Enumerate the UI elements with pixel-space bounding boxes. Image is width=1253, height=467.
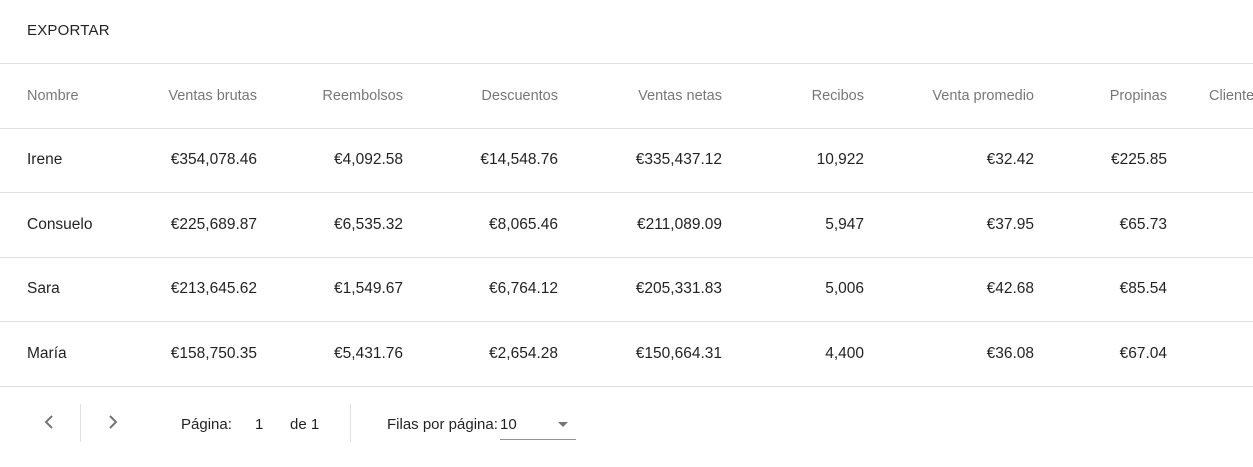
chevron-left-icon — [43, 414, 55, 430]
previous-page-button[interactable] — [35, 408, 63, 436]
table-header-row: Nombre Ventas brutas Reembolsos Descuent… — [0, 64, 1253, 129]
column-header-ventas-brutas[interactable]: Ventas brutas — [130, 64, 257, 129]
cell-ventas-netas: €205,331.83 — [635, 280, 722, 298]
cell-nombre: Sara — [27, 280, 60, 298]
cell-descuentos: €14,548.76 — [480, 151, 558, 169]
table-row[interactable]: Consuelo €225,689.87 €6,535.32 €8,065.46… — [0, 193, 1253, 258]
divider — [80, 404, 81, 442]
table-row[interactable]: Irene €354,078.46 €4,092.58 €14,548.76 €… — [0, 128, 1253, 193]
cell-recibos: 5,947 — [825, 215, 864, 233]
cell-reembolsos: €4,092.58 — [334, 151, 403, 169]
cell-reembolsos: €1,549.67 — [334, 280, 403, 298]
column-header-nombre[interactable]: Nombre — [0, 64, 130, 129]
cell-descuentos: €8,065.46 — [489, 215, 558, 233]
column-header-recibos[interactable]: Recibos — [722, 64, 864, 129]
pagination-bar: Página: 1 de 1 Filas por página: 10 — [0, 386, 1253, 467]
column-header-propinas[interactable]: Propinas — [1034, 64, 1167, 129]
cell-ventas-brutas: €225,689.87 — [170, 215, 257, 233]
page-label: Página: — [181, 416, 232, 433]
cell-propinas: €67.04 — [1119, 344, 1167, 362]
rows-per-page-select[interactable]: 10 — [500, 410, 576, 440]
cell-propinas: €85.54 — [1119, 280, 1167, 298]
cell-ventas-brutas: €354,078.46 — [170, 151, 257, 169]
cell-recibos: 4,400 — [825, 344, 864, 362]
column-header-reembolsos[interactable]: Reembolsos — [257, 64, 403, 129]
dropdown-arrow-icon — [558, 422, 568, 427]
cell-nombre: María — [27, 344, 67, 362]
column-header-venta-promedio[interactable]: Venta promedio — [864, 64, 1034, 129]
column-header-ventas-netas[interactable]: Ventas netas — [558, 64, 722, 129]
rows-per-page-value: 10 — [500, 416, 517, 433]
cell-propinas: €225.85 — [1110, 151, 1167, 169]
cell-reembolsos: €5,431.76 — [334, 344, 403, 362]
cell-ventas-netas: €335,437.12 — [635, 151, 722, 169]
cell-venta-promedio: €37.95 — [986, 215, 1034, 233]
cell-recibos: 10,922 — [816, 151, 864, 169]
page-total-label: de 1 — [290, 416, 320, 433]
sales-by-employee-table: Nombre Ventas brutas Reembolsos Descuent… — [0, 64, 1253, 387]
cell-nombre: Irene — [27, 151, 63, 169]
chevron-right-icon — [107, 414, 119, 430]
table-row[interactable]: Sara €213,645.62 €1,549.67 €6,764.12 €20… — [0, 257, 1253, 322]
cell-clientes — [1167, 193, 1253, 258]
current-page-input[interactable]: 1 — [255, 416, 263, 433]
toolbar: EXPORTAR — [0, 0, 1253, 64]
report-page: EXPORTAR Nombre Ventas brutas Reembolsos… — [0, 0, 1253, 467]
cell-ventas-brutas: €213,645.62 — [170, 280, 257, 298]
cell-clientes — [1167, 257, 1253, 322]
cell-recibos: 5,006 — [825, 280, 864, 298]
rows-per-page-label: Filas por página: — [387, 416, 498, 433]
column-header-descuentos[interactable]: Descuentos — [403, 64, 558, 129]
cell-venta-promedio: €32.42 — [986, 151, 1034, 169]
cell-clientes — [1167, 322, 1253, 387]
next-page-button[interactable] — [99, 408, 127, 436]
cell-descuentos: €6,764.12 — [489, 280, 558, 298]
cell-venta-promedio: €42.68 — [986, 280, 1034, 298]
cell-ventas-brutas: €158,750.35 — [170, 344, 257, 362]
cell-descuentos: €2,654.28 — [489, 344, 558, 362]
export-button[interactable]: EXPORTAR — [27, 22, 110, 39]
column-header-clientes[interactable]: Clientes — [1167, 64, 1253, 129]
divider — [350, 404, 351, 442]
cell-propinas: €65.73 — [1119, 215, 1167, 233]
cell-nombre: Consuelo — [27, 215, 93, 233]
cell-ventas-netas: €211,089.09 — [636, 215, 722, 233]
cell-clientes — [1167, 128, 1253, 193]
cell-venta-promedio: €36.08 — [986, 344, 1034, 362]
cell-reembolsos: €6,535.32 — [334, 215, 403, 233]
table-row[interactable]: María €158,750.35 €5,431.76 €2,654.28 €1… — [0, 322, 1253, 387]
cell-ventas-netas: €150,664.31 — [635, 344, 722, 362]
